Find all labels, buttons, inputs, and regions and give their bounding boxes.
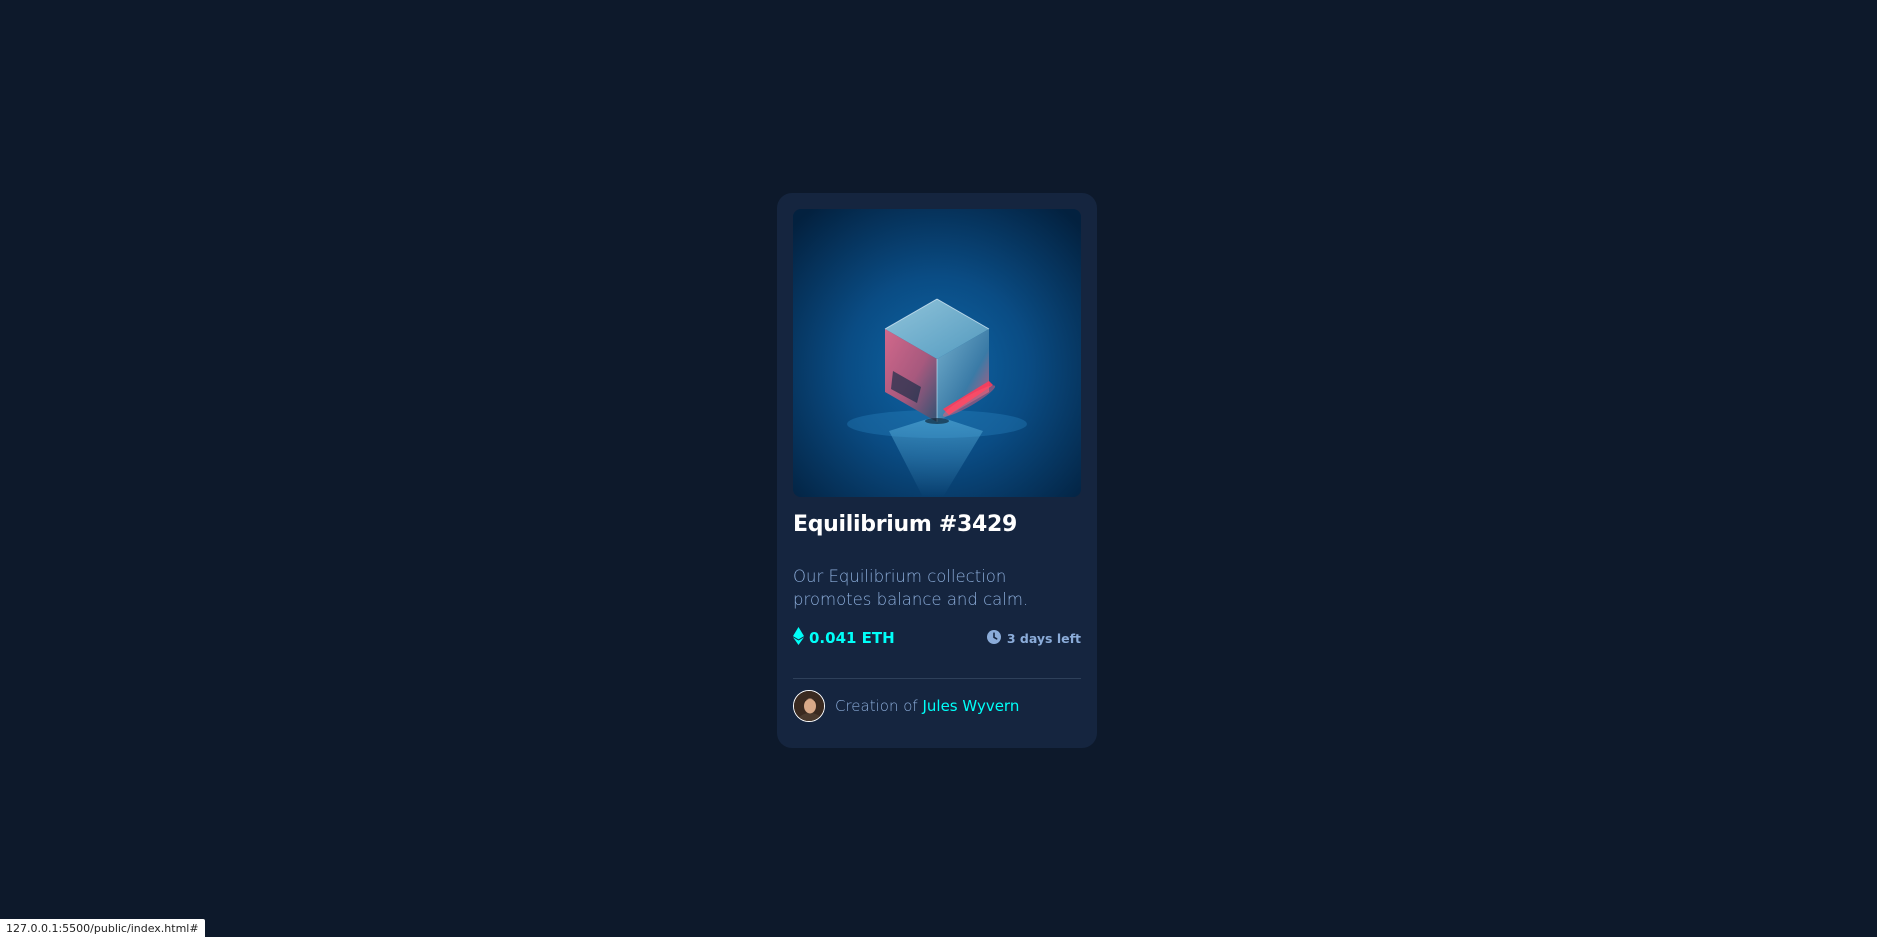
page: Equilibrium #3429 Our Equilibrium collec… xyxy=(0,0,1877,937)
creator-avatar xyxy=(793,690,825,722)
price-block: 0.041 ETH xyxy=(793,627,895,649)
card-divider xyxy=(793,678,1081,679)
browser-status-url: 127.0.0.1:5500/public/index.html# xyxy=(0,919,205,937)
creator-text: Creation of Jules Wyvern xyxy=(835,697,1019,715)
crystal-cube-image xyxy=(793,209,1081,497)
nft-description: Our Equilibrium collection promotes bala… xyxy=(793,567,1029,609)
time-left-block: 3 days left xyxy=(986,629,1081,647)
nft-title[interactable]: Equilibrium #3429 xyxy=(793,500,1081,550)
price-value: 0.041 ETH xyxy=(809,629,895,647)
nft-image[interactable] xyxy=(793,209,1081,497)
creator-name-link[interactable]: Jules Wyvern xyxy=(922,697,1019,715)
creator-prefix: Creation of xyxy=(835,697,923,715)
time-left-value: 3 days left xyxy=(1006,630,1081,646)
clock-icon xyxy=(986,629,1001,647)
nft-meta-row: 0.041 ETH 3 days left xyxy=(793,627,1081,649)
nft-card: Equilibrium #3429 Our Equilibrium collec… xyxy=(777,193,1097,748)
creator-row: Creation of Jules Wyvern xyxy=(793,689,1081,723)
ethereum-icon xyxy=(793,627,804,649)
